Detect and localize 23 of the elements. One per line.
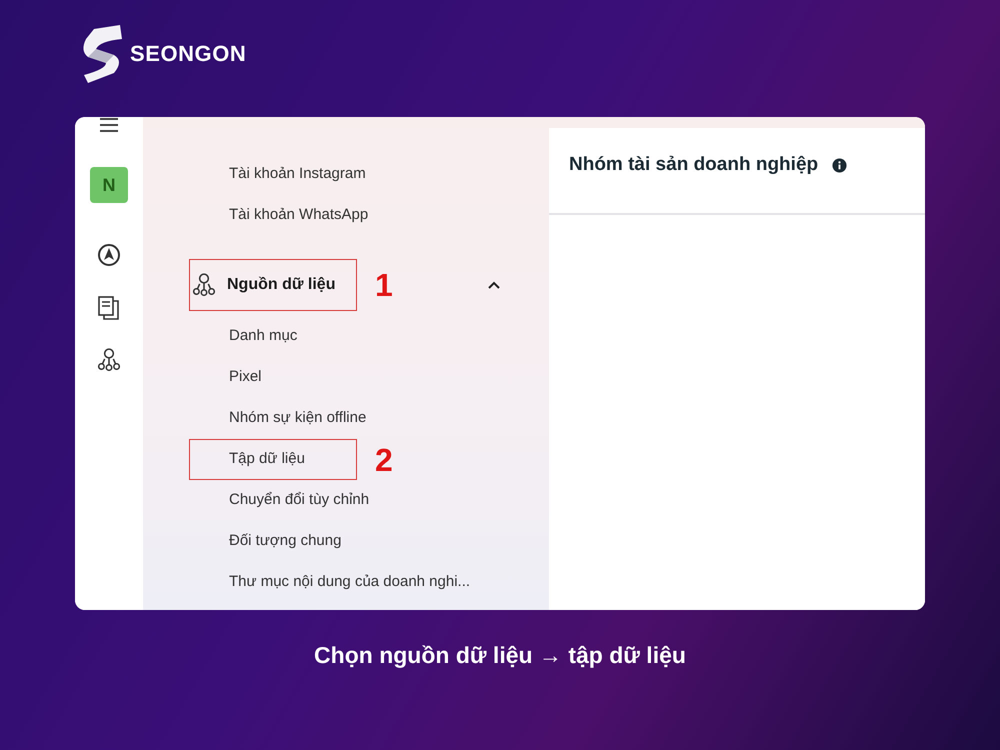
sidebar-group[interactable]: Nguồn dữ liệu [191, 272, 336, 298]
sidebar-item[interactable]: Thư mục nội dung của doanh nghi... [229, 571, 470, 594]
sidebar-item[interactable]: Chuyển đổi tùy chỉnh [229, 489, 370, 512]
sidebar-item[interactable]: Nhóm sự kiện offline [229, 407, 366, 430]
info-icon[interactable] [832, 158, 848, 173]
sidebar-item[interactable]: Pixel [229, 366, 262, 389]
pages-icon[interactable] [97, 295, 121, 321]
chevron-icon[interactable] [487, 280, 501, 290]
people-network-icon [191, 272, 217, 298]
sidebar-item[interactable]: Đối tượng chung [229, 530, 342, 553]
annotation-number: 1 [375, 269, 393, 301]
people-network-icon [96, 347, 122, 373]
account-avatar[interactable]: N [90, 167, 128, 203]
sidebar-item[interactable]: Tài khoản Instagram [143, 154, 549, 195]
sidebar-item[interactable]: Tập dữ liệu [229, 448, 305, 471]
brand-name: SEONGON [130, 40, 246, 68]
sidebar-item[interactable]: Tài khoản WhatsApp [143, 195, 549, 236]
compass-icon[interactable] [97, 243, 121, 267]
menu-icon[interactable] [98, 117, 120, 133]
annotation-number: 2 [375, 444, 393, 476]
caption: Chọn nguồn dữ liệu → tập dữ liệu [314, 641, 686, 670]
sidebar-item[interactable]: Danh mục [229, 325, 298, 348]
page-title: Nhóm tài sản doanh nghiệp [569, 153, 818, 178]
